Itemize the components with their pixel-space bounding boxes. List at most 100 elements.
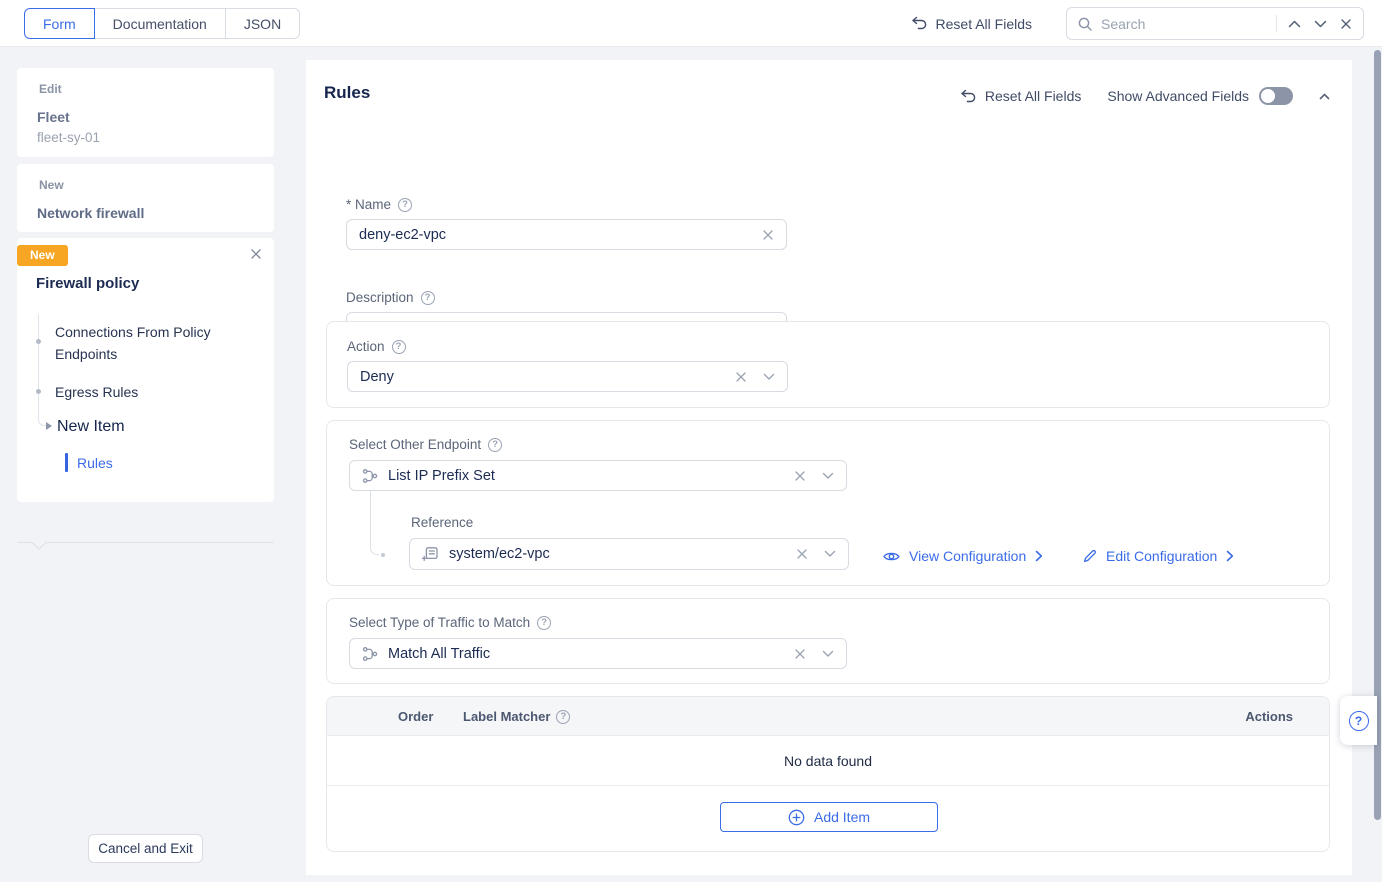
tree-item-egress-rules[interactable]: Egress Rules bbox=[55, 382, 138, 404]
divider-with-notch bbox=[17, 541, 274, 551]
tab-form[interactable]: Form bbox=[24, 8, 95, 39]
column-header-label-matcher: Label Matcher bbox=[463, 697, 570, 736]
policy-card-title: Firewall policy bbox=[36, 275, 139, 292]
show-advanced-fields-label: Show Advanced Fields bbox=[1107, 88, 1249, 104]
question-mark-icon bbox=[1349, 711, 1369, 731]
reset-all-fields-button-panel[interactable]: Reset All Fields bbox=[960, 88, 1081, 104]
plus-circle-icon bbox=[788, 809, 805, 826]
network-nodes-icon bbox=[362, 646, 378, 662]
label-matcher-table: Order Label Matcher Actions No data foun… bbox=[326, 696, 1330, 852]
edit-configuration-label: Edit Configuration bbox=[1106, 548, 1217, 564]
column-header-actions: Actions bbox=[1245, 697, 1293, 736]
connector-dot bbox=[381, 553, 385, 557]
tree-item-new-item[interactable]: New Item bbox=[57, 418, 125, 436]
column-label: Actions bbox=[1245, 709, 1293, 724]
reset-all-fields-label: Reset All Fields bbox=[936, 16, 1032, 32]
clear-traffic-icon[interactable] bbox=[794, 648, 806, 660]
card-title-network-firewall: Network firewall bbox=[37, 205, 254, 221]
table-header-row: Order Label Matcher Actions bbox=[327, 697, 1329, 736]
other-endpoint-section-card: Select Other Endpoint List IP Prefix Set… bbox=[326, 420, 1330, 586]
search-next-button[interactable] bbox=[1307, 11, 1333, 37]
reset-all-fields-button-topbar[interactable]: Reset All Fields bbox=[911, 16, 1032, 32]
search-input[interactable] bbox=[1101, 16, 1272, 32]
chevron-right-icon bbox=[1035, 550, 1043, 562]
reference-select[interactable]: system/ec2-vpc bbox=[409, 538, 849, 570]
chevron-right-icon bbox=[1226, 550, 1234, 562]
search-close-button[interactable] bbox=[1333, 11, 1359, 37]
label-text: Action bbox=[347, 339, 385, 354]
clear-endpoint-icon[interactable] bbox=[794, 470, 806, 482]
tree-bullet bbox=[36, 339, 41, 344]
tree-item-rules-active[interactable]: Rules bbox=[77, 455, 113, 471]
label-text: Description bbox=[346, 290, 414, 305]
toggle-knob bbox=[1261, 89, 1275, 103]
chevron-down-icon[interactable] bbox=[822, 472, 834, 480]
name-input[interactable] bbox=[359, 227, 762, 243]
page-title: Rules bbox=[324, 83, 370, 103]
label-text: * Name bbox=[346, 197, 391, 212]
view-configuration-link[interactable]: View Configuration bbox=[883, 543, 1043, 569]
card-subtitle-fleet-name: fleet-sy-01 bbox=[37, 130, 254, 145]
help-icon[interactable] bbox=[556, 710, 570, 724]
reference-document-icon bbox=[422, 546, 439, 562]
tab-json[interactable]: JSON bbox=[225, 8, 300, 39]
action-select[interactable]: Deny bbox=[347, 361, 788, 392]
table-footer: Add Item bbox=[327, 785, 1329, 852]
chevron-down-icon[interactable] bbox=[824, 550, 836, 558]
tree-bullet bbox=[36, 389, 41, 394]
name-input-wrap bbox=[346, 219, 787, 250]
collapse-section-button[interactable] bbox=[1319, 93, 1330, 100]
help-icon[interactable] bbox=[421, 291, 435, 305]
clear-name-icon[interactable] bbox=[762, 229, 774, 241]
table-empty-state: No data found bbox=[327, 736, 1329, 785]
other-endpoint-field-label: Select Other Endpoint bbox=[349, 437, 502, 452]
label-text: Select Other Endpoint bbox=[349, 437, 481, 452]
cancel-and-exit-button[interactable]: Cancel and Exit bbox=[88, 834, 203, 863]
column-label: Label Matcher bbox=[463, 709, 550, 724]
column-header-order: Order bbox=[398, 697, 433, 736]
tree-expander-icon bbox=[46, 422, 52, 430]
traffic-match-field-label: Select Type of Traffic to Match bbox=[349, 615, 551, 630]
top-bar: Form Documentation JSON Reset All Fields bbox=[0, 0, 1382, 47]
clear-reference-icon[interactable] bbox=[796, 548, 808, 560]
action-select-value: Deny bbox=[360, 369, 735, 385]
description-field-label: Description bbox=[346, 290, 435, 305]
other-endpoint-select[interactable]: List IP Prefix Set bbox=[349, 460, 847, 491]
breadcrumb-card-fleet: Edit Fleet fleet-sy-01 bbox=[17, 68, 274, 157]
help-icon[interactable] bbox=[537, 616, 551, 630]
reference-field-label: Reference bbox=[411, 515, 473, 530]
reset-all-fields-label: Reset All Fields bbox=[985, 88, 1081, 104]
label-text: Reference bbox=[411, 515, 473, 530]
tree-item-connections-from-policy-endpoints[interactable]: Connections From Policy Endpoints bbox=[55, 322, 247, 365]
column-label: Order bbox=[398, 709, 433, 724]
search-prev-button[interactable] bbox=[1281, 11, 1307, 37]
traffic-match-select-value: Match All Traffic bbox=[388, 646, 794, 662]
eye-icon bbox=[883, 550, 900, 563]
topbar-actions: Reset All Fields bbox=[911, 0, 1364, 47]
name-field-label: * Name bbox=[346, 197, 412, 212]
action-field-label: Action bbox=[347, 339, 406, 354]
tab-documentation[interactable]: Documentation bbox=[94, 8, 226, 39]
other-endpoint-select-value: List IP Prefix Set bbox=[388, 468, 794, 484]
view-configuration-label: View Configuration bbox=[909, 548, 1026, 564]
edit-configuration-link[interactable]: Edit Configuration bbox=[1083, 543, 1234, 569]
breadcrumb-card-network-firewall: New Network firewall bbox=[17, 164, 274, 232]
chevron-down-icon[interactable] bbox=[763, 373, 775, 381]
chevron-down-icon[interactable] bbox=[822, 650, 834, 658]
help-floating-button[interactable] bbox=[1340, 696, 1377, 745]
help-icon[interactable] bbox=[392, 340, 406, 354]
help-icon[interactable] bbox=[488, 438, 502, 452]
app-canvas: Form Documentation JSON Reset All Fields bbox=[0, 0, 1382, 882]
view-tab-group: Form Documentation JSON bbox=[24, 8, 300, 39]
add-item-button[interactable]: Add Item bbox=[720, 802, 938, 832]
traffic-match-select[interactable]: Match All Traffic bbox=[349, 638, 847, 669]
show-advanced-fields-toggle[interactable] bbox=[1259, 87, 1293, 105]
card-kicker: Edit bbox=[39, 82, 254, 96]
rules-form-panel: Rules Reset All Fields Show Advanced Fie… bbox=[306, 60, 1352, 875]
clear-action-icon[interactable] bbox=[735, 371, 747, 383]
panel-header-actions: Reset All Fields Show Advanced Fields bbox=[960, 82, 1330, 110]
search-icon bbox=[1077, 16, 1093, 32]
reference-select-value: system/ec2-vpc bbox=[449, 546, 796, 562]
close-policy-card-button[interactable] bbox=[250, 248, 262, 263]
help-icon[interactable] bbox=[398, 198, 412, 212]
